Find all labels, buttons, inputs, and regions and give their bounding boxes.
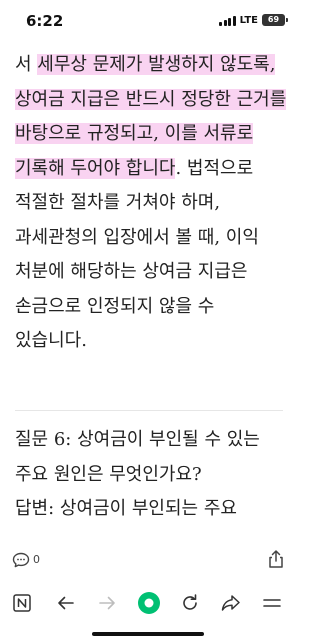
status-time: 6:22	[26, 12, 64, 30]
naver-n-icon[interactable]	[7, 588, 37, 618]
refresh-icon[interactable]	[175, 588, 205, 618]
article-body: 서 세무상 문제가 발생하지 않도록, 상여금 지급은 반드시 정당한 근거를 …	[15, 48, 287, 359]
status-indicators: LTE 69	[219, 14, 288, 26]
question-text: 질문 6: 상여금이 부인될 수 있는 주요 원인은 무엇인가요?	[15, 429, 260, 485]
article-paragraph: 서 세무상 문제가 발생하지 않도록, 상여금 지급은 반드시 정당한 근거를 …	[15, 48, 287, 359]
comment-icon[interactable]	[12, 552, 30, 568]
back-icon[interactable]	[51, 588, 81, 618]
share-icon[interactable]	[267, 549, 285, 569]
text-segment: . 법적으로 적절한 절차를 거쳐야 하며, 과세관청의 입장에서 볼 때, 이…	[15, 157, 259, 352]
network-label: LTE	[239, 14, 258, 26]
comment-bar: 0	[0, 540, 297, 582]
signal-icon	[219, 15, 236, 26]
qa-section: 질문 6: 상여금이 부인될 수 있는 주요 원인은 무엇인가요? 답변: 상여…	[15, 423, 287, 540]
text-segment: 서	[15, 54, 38, 75]
share-arrow-icon[interactable]	[216, 588, 246, 618]
bottom-nav	[0, 582, 297, 644]
section-divider	[15, 410, 283, 411]
home-indicator	[92, 632, 204, 636]
comment-count: 0	[33, 553, 40, 566]
answer-text: 답변: 상여금이 부인되는 주요	[15, 498, 237, 519]
forward-icon[interactable]	[92, 588, 122, 618]
status-bar: 6:22 LTE 69	[0, 0, 297, 40]
menu-icon[interactable]	[257, 588, 287, 618]
green-dot-icon[interactable]	[134, 588, 164, 618]
battery-icon: 69	[262, 14, 288, 26]
